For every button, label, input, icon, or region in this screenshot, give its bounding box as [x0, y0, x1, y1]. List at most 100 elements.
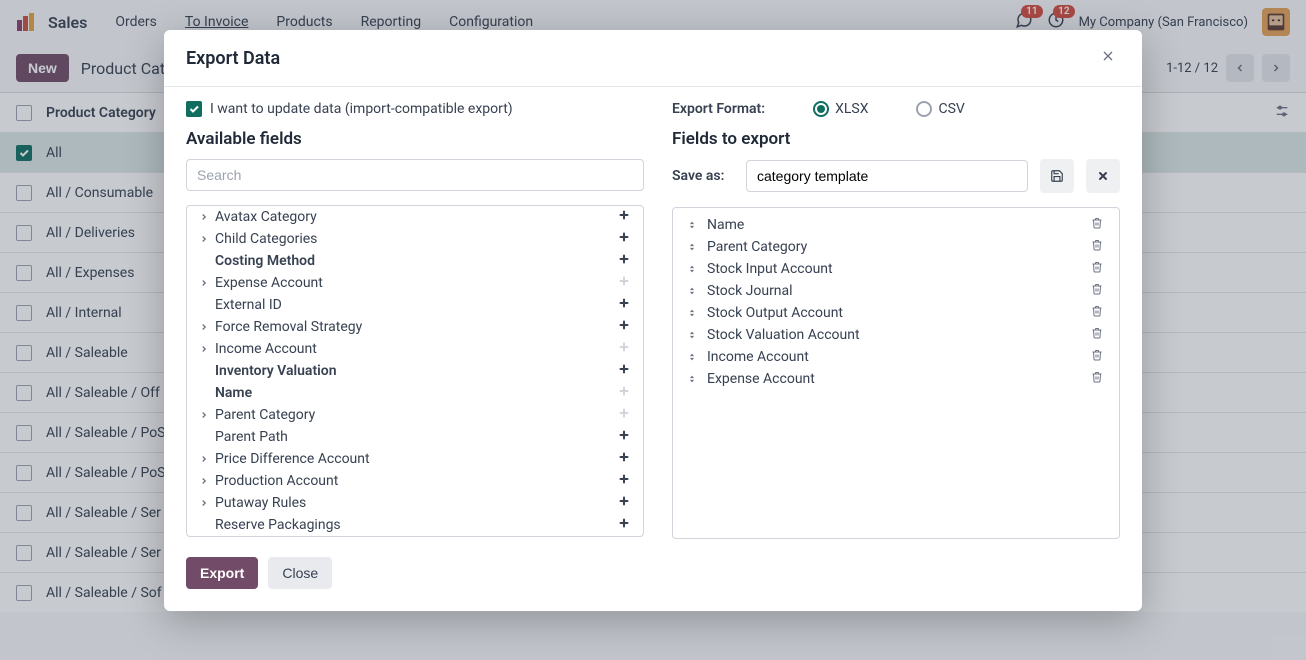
expand-toggle[interactable]: [199, 234, 213, 244]
add-field-button[interactable]: [617, 517, 631, 533]
expand-toggle[interactable]: [199, 410, 213, 420]
add-field-button[interactable]: [617, 429, 631, 445]
trash-icon: [1091, 327, 1103, 339]
field-label: Name: [213, 385, 617, 401]
plus-icon: [618, 275, 630, 287]
plus-icon: [618, 451, 630, 463]
import-compatible-toggle[interactable]: I want to update data (import-compatible…: [186, 101, 644, 117]
drag-handle[interactable]: [687, 307, 701, 319]
add-field-button[interactable]: [617, 231, 631, 247]
available-field-row[interactable]: Price Difference Account: [187, 448, 643, 470]
trash-icon: [1091, 349, 1103, 361]
expand-toggle[interactable]: [199, 476, 213, 486]
available-fields-search-input[interactable]: [186, 159, 644, 191]
modal-header: Export Data: [164, 30, 1142, 87]
close-button[interactable]: Close: [268, 557, 332, 589]
modal-title: Export Data: [186, 48, 280, 69]
field-label: External ID: [213, 297, 617, 313]
export-field-row[interactable]: Stock Input Account: [673, 258, 1119, 280]
add-field-button[interactable]: [617, 253, 631, 269]
export-field-row[interactable]: Name: [673, 214, 1119, 236]
available-field-row[interactable]: Reserve Packagings: [187, 514, 643, 536]
expand-toggle[interactable]: [199, 498, 213, 508]
available-field-row[interactable]: Parent Path: [187, 426, 643, 448]
sort-icon: [687, 373, 697, 385]
chevron-right-icon: [199, 322, 209, 332]
remove-field-button[interactable]: [1091, 305, 1105, 321]
expand-toggle[interactable]: [199, 322, 213, 332]
drag-handle[interactable]: [687, 351, 701, 363]
chevron-right-icon: [199, 410, 209, 420]
export-field-row[interactable]: Stock Journal: [673, 280, 1119, 302]
available-field-row[interactable]: External ID: [187, 294, 643, 316]
fields-to-export-heading: Fields to export: [672, 129, 1120, 149]
drag-handle[interactable]: [687, 263, 701, 275]
available-field-row[interactable]: Expense Account: [187, 272, 643, 294]
add-field-button: [617, 407, 631, 423]
add-field-button[interactable]: [617, 363, 631, 379]
add-field-button[interactable]: [617, 297, 631, 313]
radio-xlsx[interactable]: [813, 101, 829, 117]
template-name-input[interactable]: [746, 160, 1028, 192]
field-label: Child Categories: [213, 231, 617, 247]
export-field-row[interactable]: Stock Valuation Account: [673, 324, 1119, 346]
drag-handle[interactable]: [687, 329, 701, 341]
add-field-button[interactable]: [617, 451, 631, 467]
remove-field-button[interactable]: [1091, 239, 1105, 255]
export-field-row[interactable]: Parent Category: [673, 236, 1119, 258]
remove-field-button[interactable]: [1091, 261, 1105, 277]
available-field-row[interactable]: Production Account: [187, 470, 643, 492]
field-label: Force Removal Strategy: [213, 319, 617, 335]
save-template-button[interactable]: [1040, 159, 1074, 193]
export-button[interactable]: Export: [186, 557, 258, 589]
export-field-label: Stock Journal: [701, 283, 1091, 299]
radio-csv[interactable]: [916, 101, 932, 117]
available-field-row[interactable]: Child Categories: [187, 228, 643, 250]
drag-handle[interactable]: [687, 285, 701, 297]
available-field-row[interactable]: Costing Method: [187, 250, 643, 272]
available-field-row[interactable]: Name: [187, 382, 643, 404]
trash-icon: [1091, 371, 1103, 383]
add-field-button[interactable]: [617, 319, 631, 335]
floppy-disk-icon: [1050, 169, 1064, 183]
available-field-row[interactable]: Avatax Category: [187, 206, 643, 228]
plus-icon: [618, 385, 630, 397]
remove-field-button[interactable]: [1091, 283, 1105, 299]
field-label: Expense Account: [213, 275, 617, 291]
delete-template-button[interactable]: [1086, 159, 1120, 193]
export-format-label: Export Format:: [672, 101, 765, 117]
export-format-csv[interactable]: CSV: [916, 101, 964, 117]
remove-field-button[interactable]: [1091, 349, 1105, 365]
add-field-button[interactable]: [617, 473, 631, 489]
plus-icon: [618, 407, 630, 419]
remove-field-button[interactable]: [1091, 217, 1105, 233]
expand-toggle[interactable]: [199, 212, 213, 222]
available-field-row[interactable]: Inventory Valuation: [187, 360, 643, 382]
field-label: Parent Category: [213, 407, 617, 423]
expand-toggle[interactable]: [199, 344, 213, 354]
chevron-right-icon: [199, 212, 209, 222]
available-field-row[interactable]: Parent Category: [187, 404, 643, 426]
available-field-row[interactable]: Putaway Rules: [187, 492, 643, 514]
remove-field-button[interactable]: [1091, 371, 1105, 387]
export-format-xlsx[interactable]: XLSX: [813, 101, 868, 117]
drag-handle[interactable]: [687, 241, 701, 253]
add-field-button[interactable]: [617, 209, 631, 225]
modal-overlay[interactable]: Export Data I want to update data (impor…: [0, 0, 1306, 660]
sort-icon: [687, 219, 697, 231]
remove-field-button[interactable]: [1091, 327, 1105, 343]
available-field-row[interactable]: Income Account: [187, 338, 643, 360]
drag-handle[interactable]: [687, 219, 701, 231]
export-field-row[interactable]: Income Account: [673, 346, 1119, 368]
available-field-row[interactable]: Force Removal Strategy: [187, 316, 643, 338]
export-field-row[interactable]: Expense Account: [673, 368, 1119, 390]
modal-close-button[interactable]: [1096, 44, 1120, 72]
export-field-label: Name: [701, 217, 1091, 233]
expand-toggle[interactable]: [199, 454, 213, 464]
add-field-button[interactable]: [617, 495, 631, 511]
import-compatible-checkbox[interactable]: [186, 101, 202, 117]
expand-toggle[interactable]: [199, 278, 213, 288]
export-field-row[interactable]: Stock Output Account: [673, 302, 1119, 324]
drag-handle[interactable]: [687, 373, 701, 385]
export-data-dialog: Export Data I want to update data (impor…: [164, 30, 1142, 611]
